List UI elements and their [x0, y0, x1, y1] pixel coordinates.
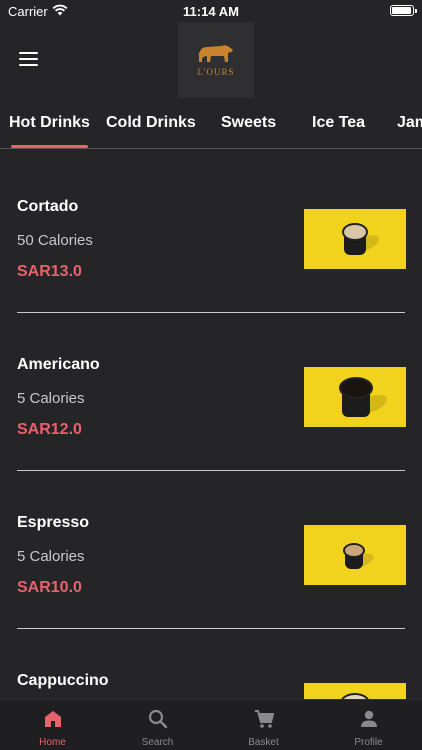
list-item[interactable]: Cappuccino [0, 624, 422, 699]
product-list[interactable]: Cortado 50 Calories SAR13.0 Americano 5 … [0, 150, 422, 699]
profile-icon [361, 710, 377, 727]
tab-ice-tea[interactable]: Ice Tea [312, 114, 365, 132]
hamburger-line [19, 52, 38, 54]
list-item[interactable]: Americano 5 Calories SAR12.0 [0, 308, 422, 471]
nav-home-label: Home [39, 737, 66, 748]
basket-icon [255, 710, 275, 728]
active-tab-indicator [11, 145, 88, 148]
product-image [304, 525, 406, 585]
nav-profile-label: Profile [354, 737, 383, 748]
header: L'OURS [0, 22, 422, 98]
product-image [304, 209, 406, 269]
nav-profile[interactable]: Profile [316, 700, 421, 750]
item-calories: 50 Calories [17, 232, 93, 249]
status-bar: Carrier 11:14 AM [0, 0, 422, 22]
item-name: Cortado [17, 198, 79, 215]
status-time: 11:14 AM [183, 4, 239, 19]
bottom-nav: Home Search Basket Profile [0, 699, 422, 750]
product-image [304, 683, 406, 699]
nav-search-label: Search [141, 737, 174, 748]
home-icon [45, 711, 61, 727]
search-icon [148, 709, 168, 729]
item-name: Americano [17, 356, 100, 373]
item-name: Espresso [17, 514, 90, 531]
nav-basket[interactable]: Basket [211, 700, 316, 750]
brand-logo: L'OURS [178, 22, 254, 98]
tab-cold-drinks[interactable]: Cold Drinks [106, 114, 196, 132]
logo-text: L'OURS [197, 67, 235, 77]
tab-jam[interactable]: Jam [397, 114, 422, 132]
list-item[interactable]: Espresso 5 Calories SAR10.0 [0, 466, 422, 629]
menu-button[interactable] [19, 52, 39, 68]
category-tabs: Hot Drinks Cold Drinks Sweets Ice Tea Ja… [0, 98, 422, 149]
item-name: Cappuccino [17, 672, 109, 689]
item-price: SAR12.0 [17, 421, 82, 438]
bear-icon [198, 45, 233, 62]
nav-basket-label: Basket [248, 737, 279, 748]
nav-search[interactable]: Search [105, 700, 210, 750]
item-calories: 5 Calories [17, 390, 85, 407]
product-image [304, 367, 406, 427]
hamburger-line [19, 64, 38, 66]
tab-sweets[interactable]: Sweets [221, 114, 276, 132]
item-price: SAR10.0 [17, 579, 82, 596]
hamburger-line [19, 58, 38, 60]
nav-home[interactable]: Home [0, 700, 105, 750]
battery-icon [390, 5, 417, 16]
item-price: SAR13.0 [17, 263, 82, 280]
item-calories: 5 Calories [17, 548, 85, 565]
list-item[interactable]: Cortado 50 Calories SAR13.0 [0, 150, 422, 313]
tab-hot-drinks[interactable]: Hot Drinks [9, 114, 90, 132]
